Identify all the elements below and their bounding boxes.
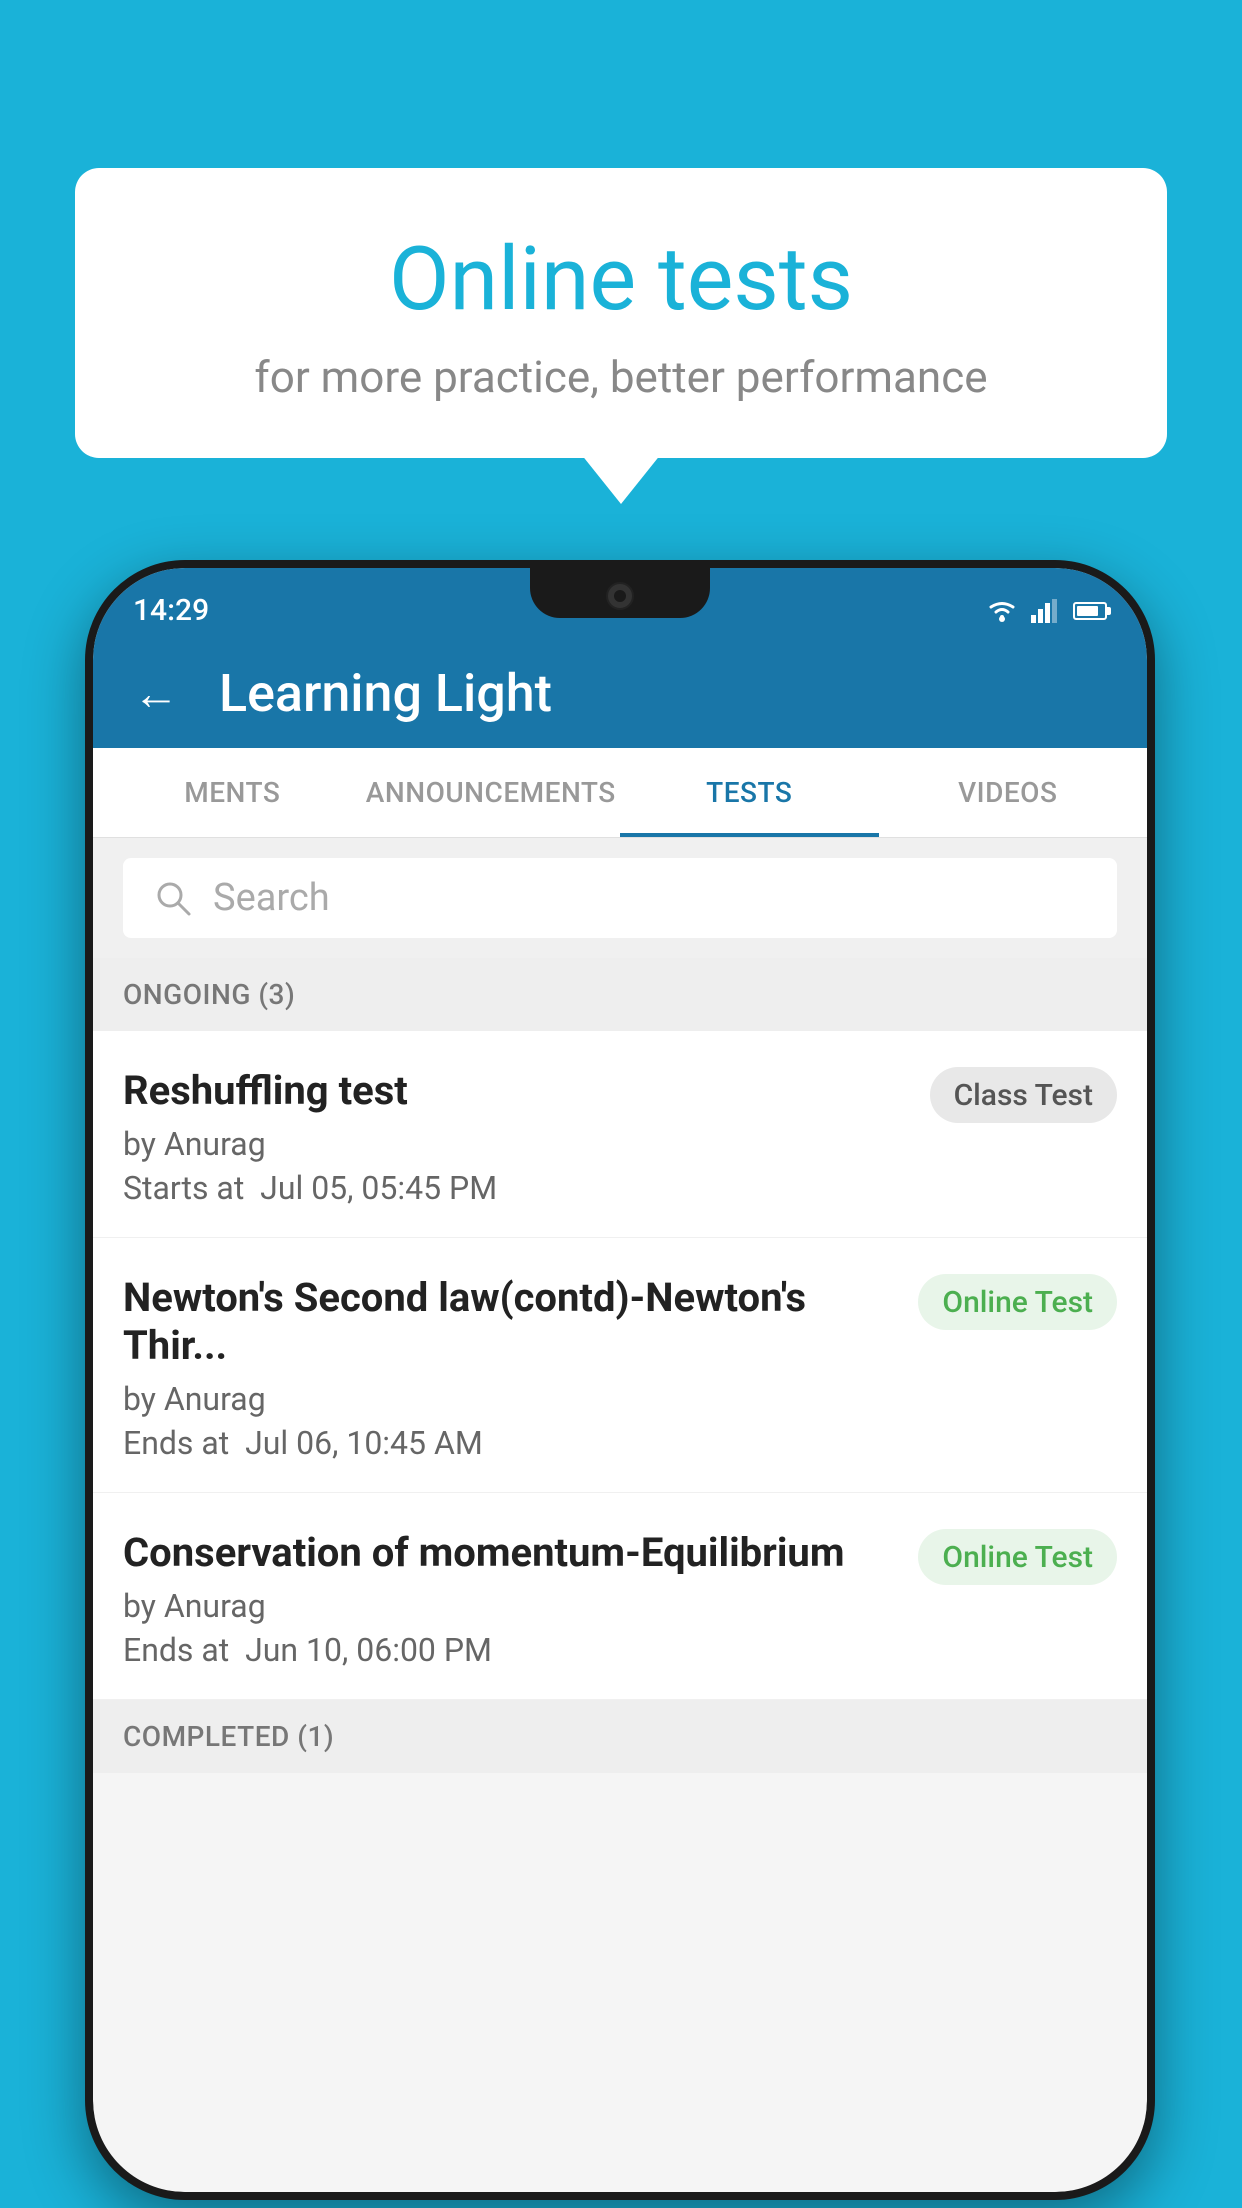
test-title: Conservation of momentum-Equilibrium	[123, 1529, 898, 1577]
tab-videos[interactable]: VIDEOS	[879, 748, 1138, 837]
status-icons	[985, 599, 1107, 623]
wifi-icon	[985, 599, 1019, 623]
test-date: Ends at Jul 06, 10:45 AM	[123, 1424, 898, 1462]
search-box[interactable]: Search	[123, 858, 1117, 938]
test-badge: Online Test	[918, 1529, 1117, 1585]
test-author: by Anurag	[123, 1587, 898, 1625]
tab-tests[interactable]: TESTS	[620, 748, 879, 837]
test-badge: Online Test	[918, 1274, 1117, 1330]
test-item[interactable]: Conservation of momentum-Equilibrium by …	[93, 1493, 1147, 1700]
test-date: Starts at Jul 05, 05:45 PM	[123, 1169, 910, 1207]
test-item[interactable]: Reshuffling test by Anurag Starts at Jul…	[93, 1031, 1147, 1238]
test-info: Conservation of momentum-Equilibrium by …	[123, 1529, 898, 1669]
tab-ments[interactable]: MENTS	[103, 748, 362, 837]
test-date: Ends at Jun 10, 06:00 PM	[123, 1631, 898, 1669]
app-title: Learning Light	[219, 663, 552, 724]
phone-notch	[530, 568, 710, 618]
tab-bar: MENTS ANNOUNCEMENTS TESTS VIDEOS	[93, 748, 1147, 838]
test-info: Newton's Second law(contd)-Newton's Thir…	[123, 1274, 898, 1462]
back-button[interactable]: ←	[133, 666, 179, 721]
test-title: Newton's Second law(contd)-Newton's Thir…	[123, 1274, 898, 1370]
completed-section-header: COMPLETED (1)	[93, 1700, 1147, 1773]
tab-announcements[interactable]: ANNOUNCEMENTS	[362, 748, 621, 837]
search-icon	[153, 878, 193, 918]
battery-icon	[1073, 602, 1107, 620]
test-author: by Anurag	[123, 1125, 910, 1163]
bubble-title: Online tests	[155, 228, 1087, 331]
test-info: Reshuffling test by Anurag Starts at Jul…	[123, 1067, 910, 1207]
test-badge: Class Test	[930, 1067, 1117, 1123]
test-title: Reshuffling test	[123, 1067, 910, 1115]
signal-icon	[1031, 599, 1061, 623]
test-author: by Anurag	[123, 1380, 898, 1418]
bubble-subtitle: for more practice, better performance	[155, 351, 1087, 403]
phone-screen: 14:29	[93, 568, 1147, 2192]
app-bar: ← Learning Light	[93, 638, 1147, 748]
search-container: Search	[93, 838, 1147, 958]
phone-inner: 14:29	[93, 568, 1147, 2192]
search-placeholder: Search	[213, 876, 330, 920]
ongoing-section-header: ONGOING (3)	[93, 958, 1147, 1031]
promo-bubble: Online tests for more practice, better p…	[75, 168, 1167, 458]
front-camera	[606, 582, 634, 610]
test-list: Reshuffling test by Anurag Starts at Jul…	[93, 1031, 1147, 1700]
test-item[interactable]: Newton's Second law(contd)-Newton's Thir…	[93, 1238, 1147, 1493]
phone-frame: 14:29	[85, 560, 1155, 2200]
